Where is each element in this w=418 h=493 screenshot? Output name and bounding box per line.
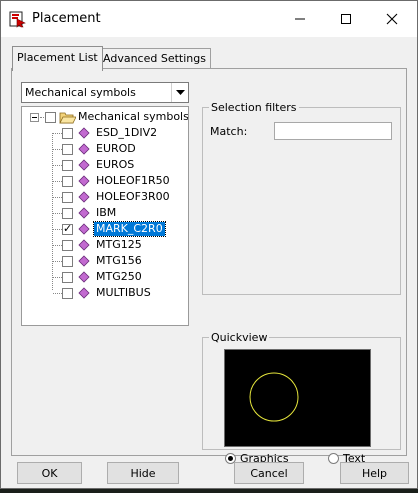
- ok-button[interactable]: OK: [17, 462, 82, 484]
- tree-root-row[interactable]: Mechanical symbols: [30, 109, 189, 125]
- item-checkbox[interactable]: [62, 143, 73, 155]
- window-title: Placement: [32, 11, 101, 26]
- placement-app-icon: [9, 10, 27, 28]
- tree-connector: [53, 229, 62, 230]
- tree-connector: [53, 293, 62, 294]
- tree-connector-line: [52, 133, 53, 290]
- text-radio[interactable]: [328, 453, 339, 464]
- tree-connector: [53, 181, 62, 182]
- tree-item[interactable]: ESD_1DIV2: [62, 125, 159, 141]
- background-edge-bottom: [0, 489, 418, 493]
- symbol-diamond-icon: [78, 143, 90, 155]
- title-bar[interactable]: Placement: [1, 1, 417, 37]
- tree-connector: [53, 213, 62, 214]
- placement-list-panel: Mechanical symbols Mechanical symbols ES…: [11, 68, 407, 465]
- symbol-diamond-icon: [78, 159, 90, 171]
- item-checkbox[interactable]: [62, 159, 73, 171]
- collapse-toggle-icon[interactable]: [30, 112, 39, 122]
- tab-placement-list[interactable]: Placement List: [12, 46, 103, 71]
- selection-filters-legend: Selection filters: [209, 101, 299, 114]
- tree-item-label: EUROS: [96, 158, 135, 171]
- hide-button[interactable]: Hide: [107, 462, 179, 484]
- tree-connector: [53, 261, 62, 262]
- tree-item[interactable]: MULTIBUS: [62, 285, 153, 301]
- match-label: Match:: [210, 125, 248, 138]
- tree-connector: [53, 277, 62, 278]
- tree-item[interactable]: HOLEOF3R00: [62, 189, 172, 205]
- item-checkbox[interactable]: [62, 287, 73, 299]
- tree-item[interactable]: MTG125: [62, 237, 144, 253]
- tree-item[interactable]: MARK_C2R0: [62, 221, 166, 237]
- symbol-diamond-icon: [78, 127, 90, 139]
- symbol-type-value: Mechanical symbols: [25, 86, 136, 99]
- open-folder-icon: [59, 112, 76, 124]
- symbol-diamond-icon: [78, 255, 90, 267]
- symbol-diamond-icon: [78, 207, 90, 219]
- close-button[interactable]: [369, 1, 415, 37]
- root-checkbox[interactable]: [45, 111, 56, 123]
- item-checkbox[interactable]: [62, 255, 73, 267]
- item-checkbox[interactable]: [62, 127, 73, 139]
- tree-item-label: ESD_1DIV2: [96, 126, 158, 139]
- cancel-button[interactable]: Cancel: [234, 462, 304, 484]
- item-checkbox[interactable]: [62, 207, 73, 219]
- tree-item-label: MTG156: [96, 254, 142, 267]
- tree-connector: [53, 149, 62, 150]
- symbol-diamond-icon: [78, 271, 90, 283]
- tab-control: Placement List Advanced Settings Mechani…: [10, 46, 407, 465]
- preview-canvas: [249, 372, 299, 422]
- dropdown-button[interactable]: [171, 83, 188, 102]
- tree-item-label: MTG125: [96, 238, 142, 251]
- tree-connector: [53, 197, 62, 198]
- tree-root-label: Mechanical symbols: [78, 110, 189, 123]
- tree-connector: [53, 165, 62, 166]
- item-checkbox[interactable]: [62, 222, 73, 236]
- tree-item-label: HOLEOF1R50: [96, 174, 170, 187]
- symbol-diamond-icon: [78, 223, 90, 235]
- selection-filters-group: Selection filters Match:: [202, 101, 401, 295]
- tree-connector: [53, 245, 62, 246]
- chevron-down-icon: [175, 89, 185, 95]
- symbol-outline-circle: [249, 372, 299, 422]
- item-checkbox[interactable]: [62, 191, 73, 203]
- help-button[interactable]: Help: [340, 462, 409, 484]
- minimize-button[interactable]: [277, 1, 323, 37]
- symbol-diamond-icon: [78, 175, 90, 187]
- tree-item-label: MARK_C2R0: [93, 221, 166, 237]
- tree-item-label: MULTIBUS: [96, 286, 151, 299]
- tree-item[interactable]: IBM: [62, 205, 118, 221]
- minimize-icon: [295, 18, 305, 20]
- close-icon: [386, 13, 398, 25]
- tree-item[interactable]: EUROS: [62, 157, 136, 173]
- tree-item[interactable]: EUROD: [62, 141, 138, 157]
- tree-item[interactable]: HOLEOF1R50: [62, 173, 172, 189]
- tab-advanced-settings[interactable]: Advanced Settings: [98, 48, 211, 69]
- tree-item[interactable]: MTG156: [62, 253, 144, 269]
- maximize-icon: [341, 14, 351, 24]
- symbol-diamond-icon: [78, 191, 90, 203]
- quickview-preview: [224, 349, 371, 447]
- symbol-tree[interactable]: Mechanical symbols ESD_1DIV2 EUROD EUROS HO…: [21, 106, 189, 326]
- item-checkbox[interactable]: [62, 271, 73, 283]
- item-checkbox[interactable]: [62, 239, 73, 251]
- quickview-group: Quickview Graphics Text: [202, 331, 401, 465]
- placement-dialog: Placement Placement List Advanced Settin…: [0, 0, 418, 489]
- tree-item-label: EUROD: [96, 142, 136, 155]
- maximize-button[interactable]: [323, 1, 369, 37]
- tree-item-label: MTG250: [96, 270, 142, 283]
- tree-item-label: HOLEOF3R00: [96, 190, 170, 203]
- item-checkbox[interactable]: [62, 175, 73, 187]
- tree-item-label: IBM: [96, 206, 117, 219]
- match-input[interactable]: [274, 122, 392, 140]
- symbol-diamond-icon: [78, 239, 90, 251]
- tree-connector: [40, 116, 44, 118]
- symbol-diamond-icon: [78, 287, 90, 299]
- quickview-legend: Quickview: [209, 331, 270, 344]
- tree-connector: [53, 133, 62, 134]
- symbol-type-dropdown[interactable]: Mechanical symbols: [21, 82, 189, 103]
- tree-item[interactable]: MTG250: [62, 269, 144, 285]
